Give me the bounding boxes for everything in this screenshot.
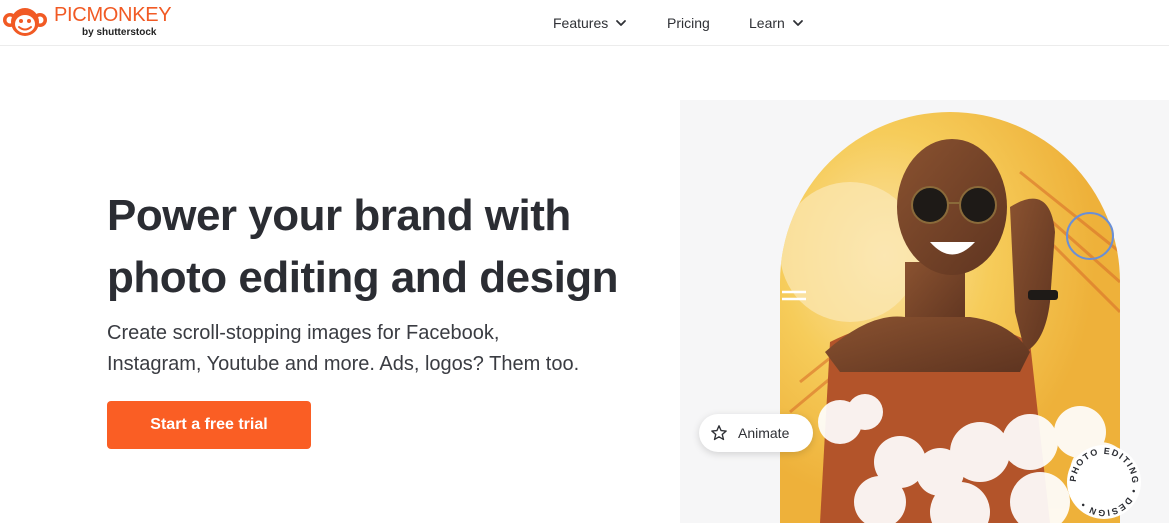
animate-chip[interactable]: Animate xyxy=(699,414,813,452)
hero-title: Power your brand with photo editing and … xyxy=(107,185,627,309)
hero-title-line: photo editing and design xyxy=(107,253,619,302)
chevron-down-icon xyxy=(616,20,627,26)
nav-item-learn[interactable]: Learn xyxy=(749,0,805,46)
menu-lines-decoration xyxy=(782,290,806,301)
monkey-face-icon xyxy=(3,8,47,36)
hero-subtitle: Create scroll-stopping images for Facebo… xyxy=(107,318,627,380)
photo-editing-badge: PHOTO EDITING • DESIGN • xyxy=(1067,445,1141,519)
hero-title-line: Power your brand with xyxy=(107,191,571,240)
hero-subtitle-line: Create scroll-stopping images for Facebo… xyxy=(107,322,500,344)
animate-label: Animate xyxy=(738,425,790,441)
star-icon xyxy=(711,425,727,441)
nav-label: Learn xyxy=(749,15,785,31)
logo-wordmark: PICMONKEY xyxy=(54,4,172,26)
circle-outline-decoration xyxy=(1066,212,1114,260)
nav-label: Pricing xyxy=(667,15,710,31)
nav-item-pricing[interactable]: Pricing xyxy=(667,0,710,46)
hero-subtitle-line: Instagram, Youtube and more. Ads, logos?… xyxy=(107,353,580,375)
start-free-trial-button[interactable]: Start a free trial xyxy=(107,401,311,449)
site-header: PICMONKEY by shutterstock Features Prici… xyxy=(0,0,1169,46)
logo-byline: by shutterstock xyxy=(82,27,157,38)
nav-item-features[interactable]: Features xyxy=(553,0,628,46)
nav-label: Features xyxy=(553,15,609,31)
chevron-down-icon xyxy=(792,20,803,26)
picmonkey-logo[interactable]: PICMONKEY by shutterstock xyxy=(2,3,172,41)
